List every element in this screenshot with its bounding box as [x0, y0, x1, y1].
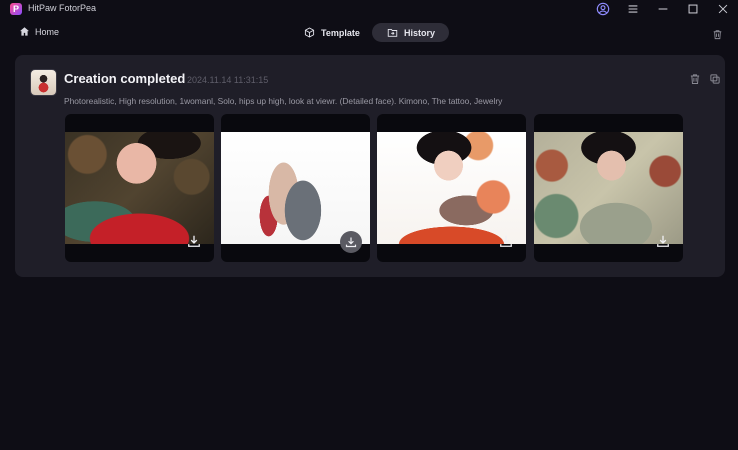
download-icon[interactable]: [340, 231, 362, 253]
home-label: Home: [35, 26, 60, 37]
app-title: HitPaw FotorPea: [28, 3, 97, 13]
delete-icon[interactable]: [689, 72, 701, 84]
image-preview: [534, 132, 683, 244]
menu-icon[interactable]: [626, 2, 640, 16]
nav-bar: Home Template History: [0, 20, 738, 45]
creation-avatar: [30, 69, 57, 96]
generated-image-3[interactable]: [377, 114, 526, 262]
generated-image-2[interactable]: [221, 114, 370, 262]
maximize-icon[interactable]: [686, 2, 700, 16]
card-title: Creation completed: [64, 71, 186, 86]
home-icon: [20, 27, 29, 36]
home-button[interactable]: Home: [19, 26, 59, 37]
close-icon[interactable]: [716, 2, 730, 16]
folder-icon: [387, 28, 398, 37]
tab-template-label: Template: [321, 27, 360, 38]
account-icon[interactable]: [596, 2, 610, 16]
tab-history-label: History: [404, 27, 436, 38]
copy-icon[interactable]: [709, 72, 721, 84]
generated-image-1[interactable]: [65, 114, 214, 262]
tab-template[interactable]: Template: [290, 23, 374, 42]
image-preview: [65, 132, 214, 244]
image-preview: [221, 132, 370, 244]
generated-image-4[interactable]: [534, 114, 683, 262]
tab-history[interactable]: History: [372, 23, 450, 42]
image-preview: [377, 132, 526, 244]
prompt-text: Photorealistic, High resolution, 1womanl…: [64, 96, 503, 106]
download-icon[interactable]: [499, 234, 517, 252]
app-logo: P: [10, 3, 22, 15]
title-bar: P HitPaw FotorPea: [0, 0, 738, 18]
clear-history-icon[interactable]: [712, 27, 723, 40]
card-timestamp: 2024.11.14 11:31:15: [187, 75, 269, 85]
cube-icon: [304, 27, 315, 38]
minimize-icon[interactable]: [656, 2, 670, 16]
creation-card: Creation completed 2024.11.14 11:31:15 P…: [15, 55, 725, 277]
download-icon[interactable]: [187, 234, 205, 252]
download-icon[interactable]: [656, 234, 674, 252]
